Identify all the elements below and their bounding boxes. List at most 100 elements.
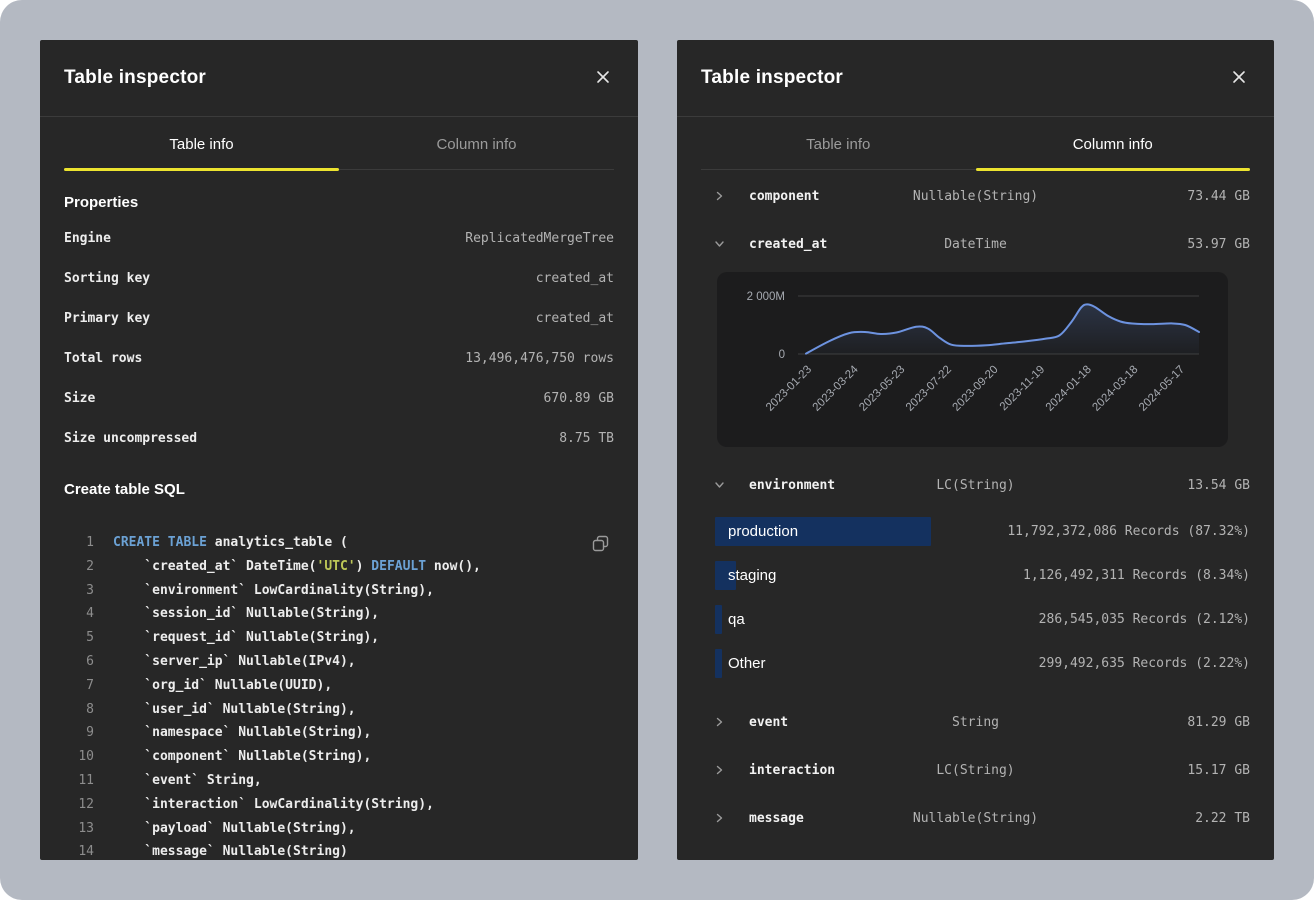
property-value: ReplicatedMergeTree: [465, 231, 614, 246]
breakdown-row-other: Other299,492,635 Records (2.22%): [701, 641, 1250, 685]
copy-icon[interactable]: [590, 533, 612, 555]
column-size: 15.17 GB: [1187, 763, 1250, 778]
chart-axis-label: 2023-07-22: [904, 364, 954, 414]
sql-line-text: `namespace` Nullable(String),: [113, 721, 371, 745]
column-row-interaction[interactable]: interactionLC(String)15.17 GB: [701, 746, 1250, 794]
column-type: LC(String): [936, 763, 1014, 778]
property-row: Sorting key created_at: [64, 258, 614, 298]
sql-line-number: 12: [64, 793, 94, 817]
sql-line-number: 6: [64, 650, 94, 674]
sql-line-text: `interaction` LowCardinality(String),: [113, 793, 434, 817]
sql-line-number: 5: [64, 626, 94, 650]
column-name: message: [749, 811, 804, 826]
tab-bar: Table infoColumn info: [64, 117, 614, 170]
table-inspector-dialog-left: Table inspector Table infoColumn info Pr…: [40, 40, 638, 860]
property-row: Engine ReplicatedMergeTree: [64, 218, 614, 258]
sql-line-text: `user_id` Nullable(String),: [113, 698, 356, 722]
tab-column-info[interactable]: Column info: [339, 117, 614, 169]
sql-line: 11 `event` String,: [64, 769, 614, 793]
breakdown-row-qa: qa 286,545,035 Records (2.12%): [701, 597, 1250, 641]
chevron-down-icon[interactable]: [715, 239, 725, 249]
breakdown-label: production: [715, 523, 798, 540]
chevron-right-icon[interactable]: [715, 765, 725, 775]
column-type: DateTime: [944, 237, 1007, 252]
sql-line-number: 3: [64, 579, 94, 603]
sql-line: 1 CREATE TABLE analytics_table (: [64, 531, 614, 555]
sql-line-number: 7: [64, 674, 94, 698]
close-icon[interactable]: [592, 66, 614, 91]
column-size: 53.97 GB: [1187, 237, 1250, 252]
property-row: Size uncompressed8.75 TB: [64, 418, 614, 458]
sql-line: 2 `created_at` DateTime('UTC') DEFAULT n…: [64, 555, 614, 579]
column-type: Nullable(String): [913, 811, 1038, 826]
sql-line: 5 `request_id` Nullable(String),: [64, 626, 614, 650]
chart-area-fill: [806, 304, 1199, 354]
property-row: Total rows13,496,476,750 rows: [64, 338, 614, 378]
chevron-down-icon[interactable]: [715, 480, 725, 490]
column-name: environment: [749, 478, 835, 493]
chart-axis-label: 2023-05-23: [857, 364, 907, 414]
properties-list: Engine ReplicatedMergeTree Sorting key crea…: [64, 218, 614, 458]
environment-breakdown: production11,792,372,086 Records (87.32%…: [701, 509, 1250, 685]
tab-bar: Table infoColumn info: [701, 117, 1250, 170]
chart-axis-label: 2023-01-23: [764, 364, 814, 414]
column-type: String: [952, 715, 999, 730]
sql-line-text: `event` String,: [113, 769, 262, 793]
sql-line-text: CREATE TABLE analytics_table (: [113, 531, 348, 555]
column-type: Nullable(String): [913, 189, 1038, 204]
table-inspector-dialog-right: Table inspector Table infoColumn info co…: [677, 40, 1274, 860]
table-info-content: Properties EngineReplicatedMergeTreeSort…: [40, 194, 638, 860]
sql-line-text: `server_ip` Nullable(IPv4),: [113, 650, 356, 674]
column-row-event[interactable]: eventString81.29 GB: [701, 698, 1250, 746]
breakdown-row-staging: staging 1,126,492,311 Records (8.34%): [701, 553, 1250, 597]
close-icon[interactable]: [1228, 66, 1250, 91]
sql-line-text: `org_id` Nullable(UUID),: [113, 674, 332, 698]
sql-line-text: `message` Nullable(String): [113, 840, 348, 860]
sql-line-number: 2: [64, 555, 94, 579]
column-type: LC(String): [936, 478, 1014, 493]
property-value: 670.89 GB: [544, 391, 614, 406]
sql-line: 12 `interaction` LowCardinality(String),: [64, 793, 614, 817]
column-row-created_at[interactable]: created_atDateTime53.97 GB: [701, 220, 1250, 268]
column-size: 2.22 TB: [1195, 811, 1250, 826]
column-name: component: [749, 189, 819, 204]
sql-line-number: 13: [64, 817, 94, 841]
column-info-list: componentNullable(String)73.44 GBcreated…: [677, 170, 1274, 842]
sql-line-number: 1: [64, 531, 94, 555]
breakdown-label: Other: [715, 655, 766, 672]
property-value: 8.75 TB: [559, 431, 614, 446]
create-table-sql-heading: Create table SQL: [64, 481, 614, 498]
chevron-right-icon[interactable]: [715, 191, 725, 201]
tab-table-info[interactable]: Table info: [64, 117, 339, 169]
property-label: Engine: [64, 231, 111, 246]
sql-line: 10 `component` Nullable(String),: [64, 745, 614, 769]
sql-code-lines: 1 CREATE TABLE analytics_table (2 `create…: [64, 531, 614, 860]
tab-column-info[interactable]: Column info: [976, 117, 1251, 169]
chart-axis-label: 2023-09-20: [951, 364, 1001, 414]
column-row-environment[interactable]: environmentLC(String)13.54 GB: [701, 461, 1250, 509]
breakdown-records: 1,126,492,311 Records (8.34%): [1023, 568, 1250, 583]
sql-line-number: 14: [64, 840, 94, 860]
sql-line: 13 `payload` Nullable(String),: [64, 817, 614, 841]
column-size: 81.29 GB: [1187, 715, 1250, 730]
column-row-message[interactable]: message Nullable(String) 2.22 TB: [701, 794, 1250, 842]
property-row: Size670.89 GB: [64, 378, 614, 418]
tab-table-info[interactable]: Table info: [701, 117, 976, 169]
sql-line-number: 4: [64, 602, 94, 626]
property-label: Sorting key: [64, 271, 150, 286]
breakdown-label: staging: [715, 567, 776, 584]
column-row-component[interactable]: componentNullable(String)73.44 GB: [701, 172, 1250, 220]
chevron-right-icon[interactable]: [715, 717, 725, 727]
sql-line: 14 `message` Nullable(String): [64, 840, 614, 860]
created-at-distribution-chart: 2 000M02023-01-232023-03-242023-05-23202…: [717, 272, 1228, 447]
sql-line-number: 8: [64, 698, 94, 722]
sql-line: 6 `server_ip` Nullable(IPv4),: [64, 650, 614, 674]
property-label: Total rows: [64, 351, 142, 366]
sql-line-text: `payload` Nullable(String),: [113, 817, 356, 841]
breakdown-label: qa: [715, 611, 745, 628]
chevron-right-icon[interactable]: [715, 813, 725, 823]
breakdown-records: 286,545,035 Records (2.12%): [1039, 612, 1250, 627]
property-value: created_at: [536, 271, 614, 286]
chart-axis-label: 2024-01-18: [1044, 364, 1094, 414]
sql-line-text: `request_id` Nullable(String),: [113, 626, 379, 650]
